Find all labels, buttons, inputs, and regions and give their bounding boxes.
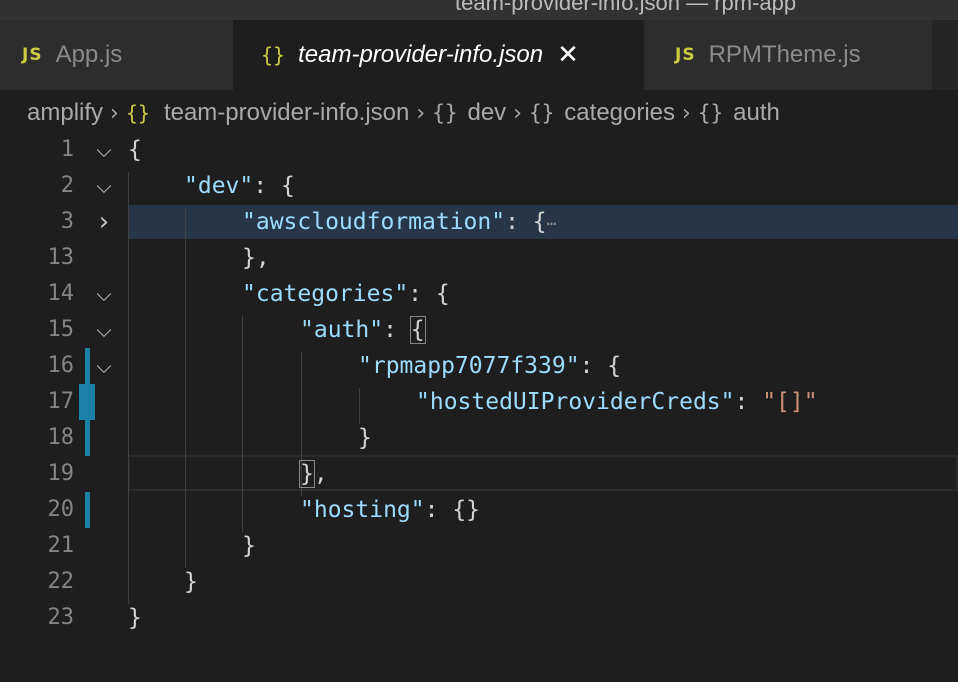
breadcrumb-label: auth bbox=[733, 99, 780, 126]
chevron-right-icon: › bbox=[682, 100, 691, 126]
breadcrumb-label: team-provider-info.json bbox=[163, 99, 410, 126]
code-text: }, bbox=[299, 460, 328, 488]
code-line[interactable]: 1 ⌵ { bbox=[0, 136, 958, 168]
line-number: 19 bbox=[47, 461, 75, 486]
json-file-icon: {} bbox=[125, 101, 150, 125]
code-line[interactable]: 22 } bbox=[0, 564, 958, 600]
window-titlebar: team-provider-info.json — rpm-app bbox=[0, 0, 958, 20]
breadcrumb-label: categories bbox=[564, 99, 676, 126]
js-file-icon: JS bbox=[675, 45, 696, 65]
line-number: 3 bbox=[60, 209, 74, 234]
editor-tab-bar: JS App.js {} team-provider-info.json ✕ J… bbox=[0, 20, 958, 90]
object-symbol-icon: {} bbox=[529, 101, 555, 125]
breadcrumb-item-categories[interactable]: {} categories bbox=[529, 99, 675, 127]
chevron-right-icon: › bbox=[416, 100, 426, 126]
object-symbol-icon: {} bbox=[697, 101, 724, 125]
code-text: "hosting": {} bbox=[300, 497, 481, 523]
object-symbol-icon: {} bbox=[432, 101, 458, 125]
line-number: 13 bbox=[47, 245, 75, 270]
code-line[interactable]: 15 ⌵ "auth": { bbox=[0, 312, 958, 348]
line-number: 1 bbox=[60, 137, 74, 162]
code-line[interactable]: 17 "hostedUIProviderCreds": "[]" bbox=[0, 384, 958, 420]
line-number: 15 bbox=[47, 317, 75, 342]
fold-collapsed-icon[interactable]: › bbox=[92, 204, 116, 240]
code-line[interactable]: 2 ⌵ "dev": { bbox=[0, 168, 958, 204]
line-number: 2 bbox=[60, 173, 74, 198]
breadcrumb: amplify › {} team-provider-info.json › {… bbox=[0, 90, 958, 136]
code-editor[interactable]: 1 ⌵ { 2 ⌵ "dev": { 3 › "awscloudformatio… bbox=[0, 136, 958, 682]
breadcrumb-label: dev bbox=[467, 99, 507, 126]
code-line[interactable]: 18 } bbox=[0, 420, 958, 456]
close-tab-icon[interactable]: ✕ bbox=[557, 42, 579, 68]
code-text: "categories": { bbox=[242, 281, 450, 307]
tab-app-js[interactable]: JS App.js bbox=[0, 20, 233, 90]
line-number: 17 bbox=[47, 389, 75, 414]
breadcrumb-item-amplify[interactable]: amplify bbox=[27, 99, 103, 127]
fold-expanded-icon[interactable]: ⌵ bbox=[92, 168, 116, 204]
code-text: }, bbox=[242, 245, 270, 271]
line-number: 23 bbox=[47, 605, 75, 630]
fold-expanded-icon[interactable]: ⌵ bbox=[92, 276, 116, 312]
fold-expanded-icon[interactable]: ⌵ bbox=[92, 312, 116, 348]
breadcrumb-item-file[interactable]: {} team-provider-info.json bbox=[126, 99, 410, 127]
tab-label: team-provider-info.json bbox=[298, 41, 544, 68]
code-text: "awscloudformation": {⋯ bbox=[242, 209, 557, 235]
fold-expanded-icon[interactable]: ⌵ bbox=[92, 348, 116, 384]
js-file-icon: JS bbox=[22, 45, 43, 65]
code-line[interactable]: 19 }, bbox=[0, 456, 958, 492]
matching-bracket: } bbox=[299, 460, 315, 488]
breadcrumb-item-auth[interactable]: {} auth bbox=[698, 99, 780, 127]
code-text: "rpmapp7077f339": { bbox=[358, 353, 622, 379]
json-file-icon: {} bbox=[261, 43, 286, 67]
code-text: } bbox=[358, 425, 372, 451]
code-text: } bbox=[128, 605, 142, 631]
code-line[interactable]: 13 }, bbox=[0, 240, 958, 276]
breadcrumb-item-dev[interactable]: {} dev bbox=[432, 99, 506, 127]
tab-label: RPMTheme.js bbox=[708, 41, 861, 68]
line-number: 21 bbox=[47, 533, 75, 558]
code-line[interactable]: 23 } bbox=[0, 600, 958, 636]
code-text: } bbox=[184, 569, 198, 595]
code-line[interactable]: 20 "hosting": {} bbox=[0, 492, 958, 528]
code-line[interactable]: 14 ⌵ "categories": { bbox=[0, 276, 958, 312]
tab-team-provider-info-json[interactable]: {} team-provider-info.json ✕ bbox=[233, 20, 643, 90]
fold-expanded-icon[interactable]: ⌵ bbox=[92, 136, 116, 168]
code-line[interactable]: 16 ⌵ "rpmapp7077f339": { bbox=[0, 348, 958, 384]
code-text: "auth": { bbox=[300, 316, 426, 344]
code-text: "dev": { bbox=[184, 173, 295, 199]
breadcrumb-label: amplify bbox=[27, 99, 104, 126]
code-text: { bbox=[128, 137, 142, 163]
code-line[interactable]: 21 } bbox=[0, 528, 958, 564]
chevron-right-icon: › bbox=[110, 100, 119, 126]
folded-ellipsis-icon[interactable]: ⋯ bbox=[547, 214, 557, 233]
window-title: team-provider-info.json — rpm-app bbox=[455, 0, 797, 15]
code-line[interactable]: 3 › "awscloudformation": {⋯ bbox=[0, 204, 958, 240]
chevron-right-icon: › bbox=[513, 100, 522, 126]
line-number: 14 bbox=[47, 281, 75, 306]
line-number: 20 bbox=[47, 497, 75, 522]
tab-label: App.js bbox=[55, 41, 123, 68]
matching-bracket: { bbox=[409, 316, 426, 344]
line-number: 22 bbox=[47, 569, 75, 594]
line-number: 18 bbox=[47, 425, 75, 450]
code-text: "hostedUIProviderCreds": "[]" bbox=[416, 389, 818, 415]
line-number: 16 bbox=[47, 353, 75, 378]
tab-rpmtheme-js[interactable]: JS RPMTheme.js bbox=[645, 20, 932, 90]
code-text: } bbox=[242, 533, 256, 559]
